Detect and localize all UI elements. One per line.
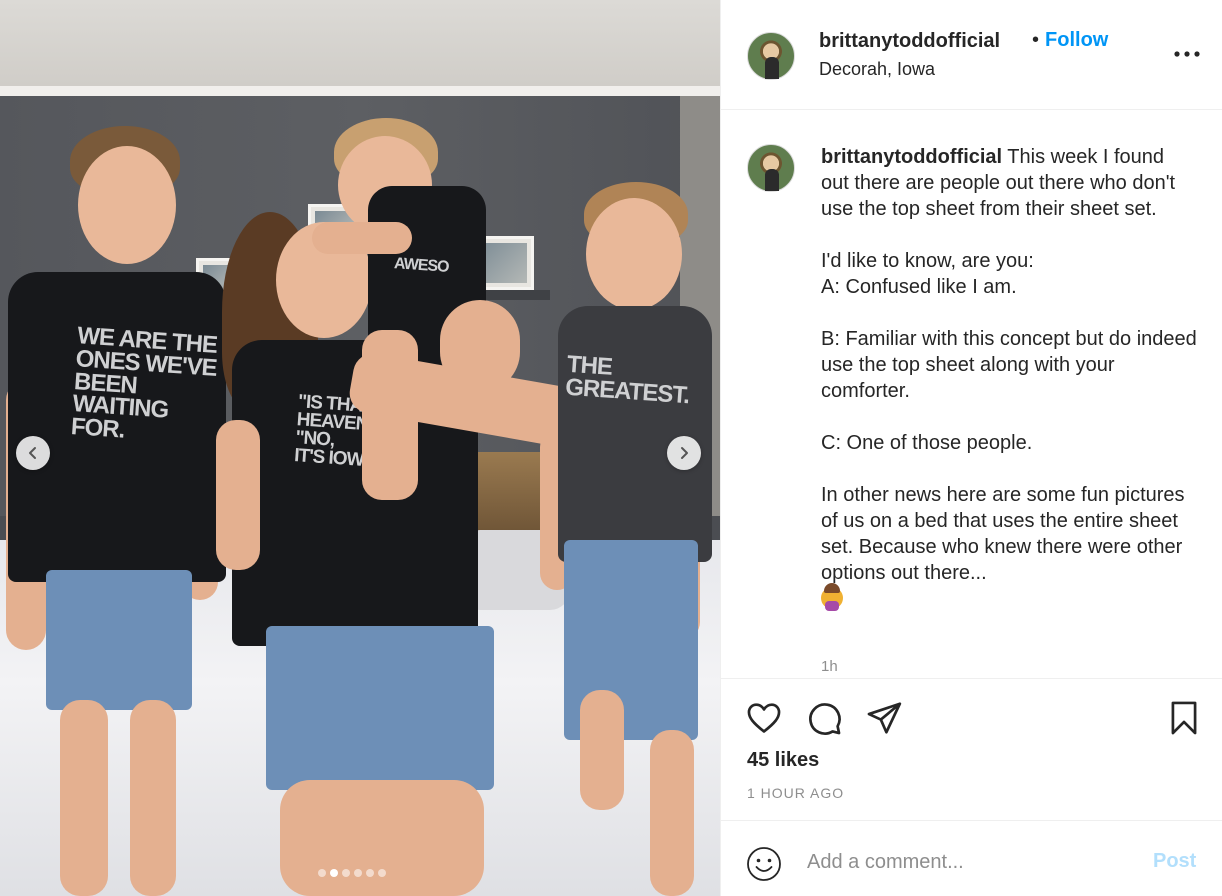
boy-right-leg (650, 730, 694, 896)
follow-group: • Follow (1032, 29, 1108, 52)
mom-shorts (266, 626, 494, 790)
caption-username[interactable]: brittanytoddofficial (821, 146, 1002, 168)
carousel-dot (318, 869, 326, 877)
ceiling (0, 0, 720, 92)
more-options-icon[interactable] (1173, 44, 1201, 64)
boy-left-leg (130, 700, 176, 896)
location-link[interactable]: Decorah, Iowa (819, 59, 935, 80)
boy-right-head (586, 198, 682, 310)
carousel-dot (378, 869, 386, 877)
mom-legs (280, 780, 484, 896)
follow-button[interactable]: Follow (1045, 29, 1108, 51)
post-photo[interactable]: WE ARE THE ONES WE'VE BEEN WAITING FOR. … (0, 0, 720, 896)
boy-left-leg (60, 700, 108, 896)
separator-bullet: • (1032, 29, 1040, 51)
boy-left-shorts (46, 570, 192, 710)
post-panel: brittanytoddofficial • Follow Decorah, Io… (720, 0, 1222, 896)
baby-leg (362, 330, 418, 500)
avatar[interactable] (747, 32, 795, 80)
crown-molding (0, 86, 720, 96)
likes-count[interactable]: 45 likes (747, 749, 819, 772)
caption-area: brittanytoddofficial This week I found o… (721, 110, 1222, 678)
caption-body: This week I found out there are people o… (821, 146, 1197, 584)
boy-left-head (78, 146, 176, 264)
username[interactable]: brittanytoddofficial (819, 30, 1000, 53)
shirt-text: THE GREATEST. (564, 350, 690, 410)
boy-right-leg (580, 690, 624, 810)
smiley-icon[interactable] (745, 845, 783, 883)
chevron-left-icon (29, 447, 36, 459)
share-icon[interactable] (865, 699, 903, 737)
post-timestamp[interactable]: 1 HOUR AGO (747, 785, 844, 801)
chevron-right-icon (681, 447, 688, 459)
previous-photo-button[interactable] (16, 436, 50, 470)
carousel-dot (330, 869, 338, 877)
carousel-dot (354, 869, 362, 877)
post-header: brittanytoddofficial • Follow Decorah, Io… (721, 0, 1222, 110)
shirt-text: WE ARE THE ONES WE'VE BEEN WAITING FOR. (70, 322, 218, 444)
carousel-dot (342, 869, 350, 877)
caption-text: brittanytoddofficial This week I found o… (821, 144, 1197, 612)
boy-right-shirt (558, 306, 712, 562)
comment-icon[interactable] (805, 699, 843, 737)
baby-leg (440, 300, 520, 392)
bookmark-icon[interactable] (1165, 699, 1203, 737)
comment-bar: Post (721, 820, 1222, 896)
shirt-text: AWESO (393, 255, 450, 276)
comment-input[interactable] (807, 845, 1137, 879)
mom-arm (216, 420, 260, 570)
caption-avatar[interactable] (747, 144, 795, 192)
heart-icon[interactable] (745, 699, 783, 737)
post-comment-button[interactable]: Post (1153, 850, 1196, 873)
carousel-indicator (318, 869, 386, 877)
baby-arm (312, 222, 412, 254)
carousel-dot (366, 869, 374, 877)
caption-time[interactable]: 1h (821, 658, 838, 675)
next-photo-button[interactable] (667, 436, 701, 470)
person-shrugging-emoji-icon (821, 583, 843, 611)
action-bar: 45 likes 1 HOUR AGO (721, 678, 1222, 820)
